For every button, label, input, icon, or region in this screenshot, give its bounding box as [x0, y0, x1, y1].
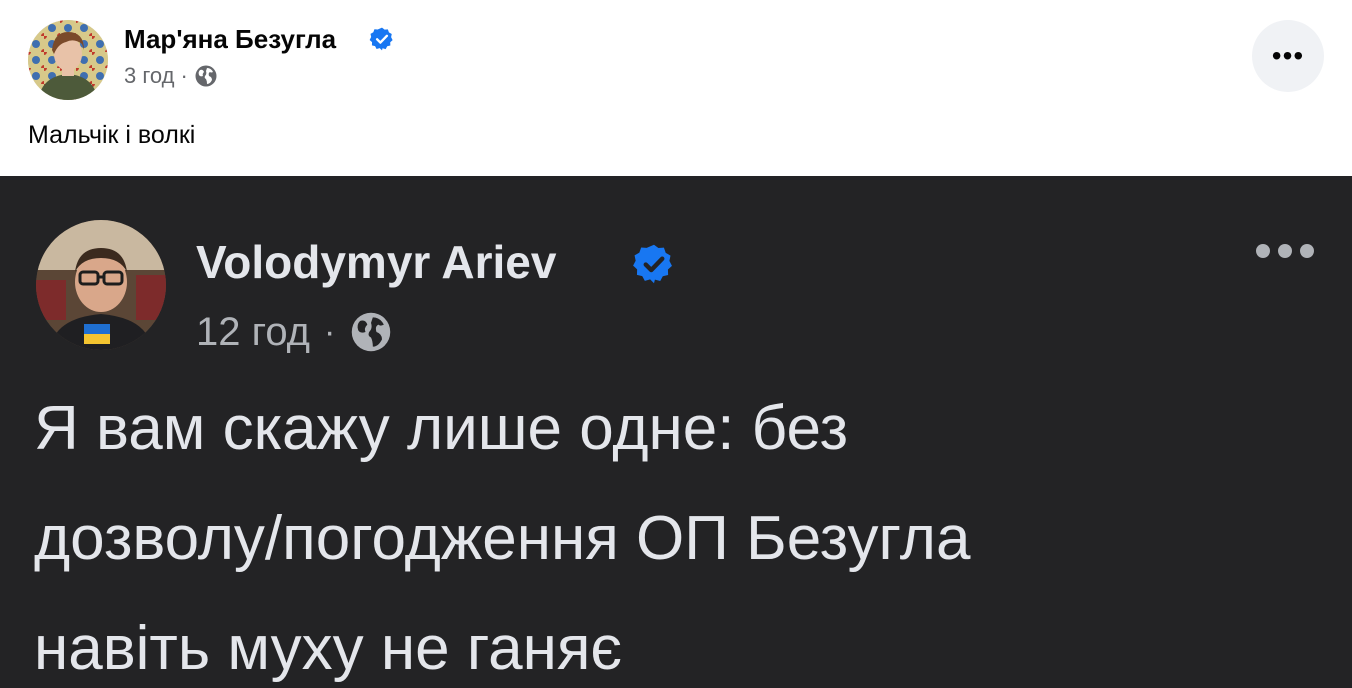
- more-dot: [1278, 244, 1292, 258]
- more-dot: [1256, 244, 1270, 258]
- author-name[interactable]: Мар'яна Безугла: [124, 24, 336, 54]
- post-text: Мальчік і волкі: [28, 121, 196, 149]
- more-options-button[interactable]: •••: [1252, 20, 1324, 92]
- post-meta: 3 год ·: [124, 62, 218, 90]
- author-avatar[interactable]: [28, 20, 108, 100]
- embedded-text-line: навіть муху не ганяє: [34, 614, 623, 683]
- embedded-post-meta: 12 год ·: [196, 304, 393, 360]
- embedded-more-options-icon: [1250, 236, 1320, 266]
- embedded-screenshot: Volodymyr Ariev 12 год · Я вам скажу лиш…: [0, 176, 1352, 688]
- embedded-post-text: Я вам скажу лише одне: без дозволу/погод…: [34, 374, 1334, 688]
- verified-badge-icon: [369, 26, 395, 52]
- meta-separator: ·: [180, 63, 188, 88]
- more-dot: [1300, 244, 1314, 258]
- embedded-author-name: Volodymyr Ariev: [196, 236, 557, 288]
- embedded-timestamp: 12 год: [196, 309, 311, 354]
- post-timestamp[interactable]: 3 год: [124, 63, 174, 89]
- embedded-globe-icon: [349, 310, 393, 354]
- embedded-verified-badge-icon: [632, 242, 676, 286]
- post-header: Мар'яна Безугла 3 год · ••• Мальчік і во…: [0, 0, 1352, 176]
- embedded-author-avatar: [36, 220, 166, 350]
- embedded-text-line: Я вам скажу лише одне: без: [34, 394, 849, 463]
- globe-icon[interactable]: [194, 64, 218, 88]
- embedded-text-line: дозволу/погодження ОП Безугла: [34, 504, 971, 573]
- embedded-meta-separator: ·: [324, 312, 336, 351]
